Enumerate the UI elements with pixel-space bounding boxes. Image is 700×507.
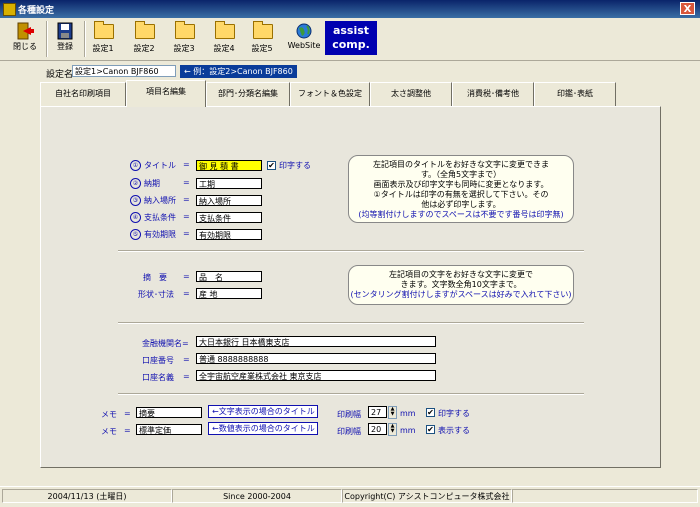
- tab-thickness[interactable]: 太さ調整他: [370, 82, 452, 106]
- setting-example-text: ← 例：設定2>Canon BJF860: [180, 65, 297, 78]
- folder-icon: [93, 21, 114, 42]
- equals: =: [183, 289, 190, 298]
- memo1-unit: mm: [400, 409, 416, 418]
- memo1-print-checkbox[interactable]: ✔: [426, 408, 435, 417]
- memo2-field[interactable]: 標準定価: [136, 424, 202, 435]
- app-icon: [3, 3, 16, 16]
- memo1-width-input[interactable]: 27: [368, 406, 387, 418]
- payment-field[interactable]: 支払条件: [196, 212, 262, 223]
- divider: [118, 393, 584, 395]
- summary-label: 摘 要: [143, 273, 167, 282]
- memo1-width-label: 印刷幅: [337, 410, 361, 419]
- window-title: 各種設定: [18, 6, 55, 16]
- account-holder-label: 口座名義: [142, 373, 174, 382]
- account-holder-field[interactable]: 全宇宙航空産業株式会社 東京支店: [196, 370, 436, 381]
- status-date: 2004/11/13 (土曜日): [2, 489, 172, 503]
- memo2-display-checkbox[interactable]: ✔: [426, 425, 435, 434]
- shape-label: 形状･寸法: [138, 290, 174, 299]
- tab-item-name-edit[interactable]: 項目名編集: [126, 80, 206, 107]
- memo1-print-label: 印字する: [438, 409, 470, 418]
- equals: =: [183, 212, 190, 221]
- equals: =: [183, 160, 190, 169]
- setting4-button[interactable]: 設定4: [207, 20, 241, 58]
- item-expiry-label: ⑤ 有効期限: [130, 229, 176, 240]
- delivery-field[interactable]: 工期: [196, 178, 262, 189]
- setting2-button[interactable]: 設定2: [127, 20, 161, 58]
- title-bar: 各種設定 X: [0, 0, 700, 18]
- bank-name-field[interactable]: 大日本銀行 日本橋東支店: [196, 336, 436, 347]
- globe-icon: [294, 22, 314, 40]
- equals: =: [183, 195, 190, 204]
- save-button[interactable]: 登録: [48, 20, 82, 58]
- print-title-label: 印字する: [279, 161, 311, 170]
- memo2-width-spinner[interactable]: ▲ ▼: [388, 423, 397, 436]
- memo2-number-title-button[interactable]: ←数値表示の場合のタイトル: [208, 422, 318, 435]
- memo1-text-title-button[interactable]: ←文字表示の場合のタイトル: [208, 405, 318, 418]
- memo2-width-label: 印刷幅: [337, 427, 361, 436]
- folder-icon: [214, 21, 235, 42]
- tab-font-color[interactable]: フォント＆色設定: [290, 82, 370, 106]
- exit-door-icon: [15, 22, 35, 40]
- tab-company-print[interactable]: 自社名印刷項目: [40, 82, 126, 106]
- summary-field[interactable]: 品 名: [196, 271, 262, 282]
- status-empty: [512, 489, 698, 503]
- divider: [118, 322, 584, 324]
- equals: =: [124, 426, 131, 435]
- close-window-button[interactable]: X: [680, 2, 695, 15]
- folder-icon: [174, 21, 195, 42]
- memo1-field[interactable]: 摘要: [136, 407, 202, 418]
- tab-tax-notes[interactable]: 消費税･備考他: [452, 82, 534, 106]
- item-place-label: ③ 納入場所: [130, 195, 176, 206]
- equals: =: [183, 229, 190, 238]
- item-title-label: ① タイトル: [130, 160, 176, 171]
- item-delivery-label: ② 納期: [130, 178, 160, 189]
- tab-seal-cover[interactable]: 印鑑･表紙: [534, 82, 616, 106]
- tab-department-edit[interactable]: 部門･分類名編集: [206, 82, 290, 106]
- equals: =: [183, 355, 190, 364]
- memo1-label: メモ: [101, 410, 117, 419]
- memo2-width-input[interactable]: 20: [368, 423, 387, 435]
- account-number-field[interactable]: 普通 8888888888: [196, 353, 436, 364]
- expiry-field[interactable]: 有効期限: [196, 229, 262, 240]
- shape-field[interactable]: 産 地: [196, 288, 262, 299]
- bank-name-label: 金融機関名=: [142, 339, 189, 348]
- print-title-checkbox[interactable]: ✔: [267, 161, 276, 170]
- setting3-button[interactable]: 設定3: [167, 20, 201, 58]
- folder-icon: [252, 21, 273, 42]
- place-field[interactable]: 納入場所: [196, 195, 262, 206]
- memo1-width-spinner[interactable]: ▲ ▼: [388, 406, 397, 419]
- section1-note: 左記項目のタイトルをお好きな文字に変更できま す。（全角5文字まで） 画面表示及…: [348, 155, 574, 223]
- equals: =: [183, 272, 190, 281]
- memo2-unit: mm: [400, 426, 416, 435]
- account-number-label: 口座番号: [142, 356, 174, 365]
- equals: =: [124, 409, 131, 418]
- status-copyright: Copyright(C) アシストコンピュータ株式会社: [342, 489, 512, 503]
- assist-comp-logo[interactable]: assist comp.: [325, 21, 377, 55]
- setting-name-input[interactable]: 設定1>Canon BJF860: [72, 65, 176, 77]
- divider: [118, 250, 584, 252]
- floppy-disk-icon: [55, 22, 75, 40]
- item-payment-label: ④ 支払条件: [130, 212, 176, 223]
- website-button[interactable]: WebSite: [285, 20, 323, 58]
- folder-icon: [134, 21, 155, 42]
- status-since: Since 2000-2004: [172, 489, 342, 503]
- title-field[interactable]: 御 見 積 書: [196, 160, 262, 171]
- setting-name-label: 設定名: [46, 70, 74, 80]
- equals: =: [183, 178, 190, 187]
- section2-note: 左記項目の文字をお好きな文字に変更で きます。文字数全角10文字まで。 (センタ…: [348, 265, 574, 305]
- memo2-display-label: 表示する: [438, 426, 470, 435]
- setting1-button[interactable]: 設定1: [86, 20, 120, 58]
- setting5-button[interactable]: 設定5: [245, 20, 279, 58]
- close-button[interactable]: 閉じる: [8, 20, 42, 58]
- equals: =: [183, 372, 190, 381]
- memo2-label: メモ: [101, 427, 117, 436]
